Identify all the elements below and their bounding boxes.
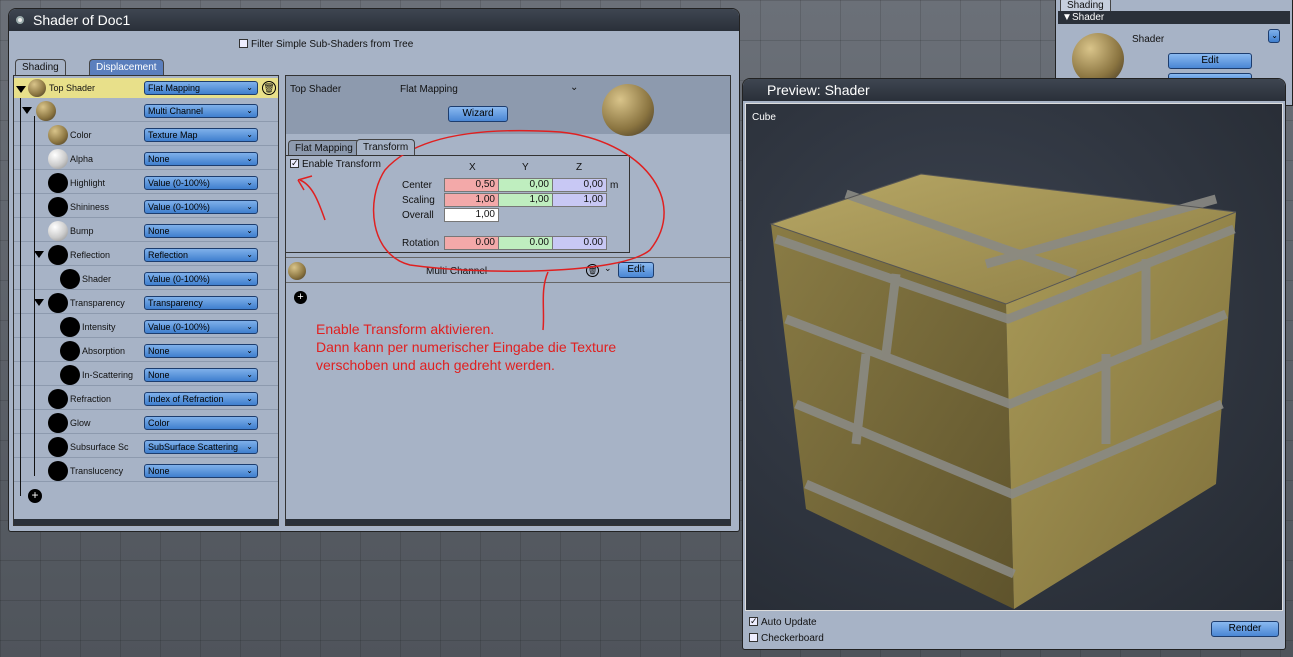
- auto-update-checkbox[interactable]: ✓: [749, 616, 758, 626]
- render-button[interactable]: Render: [1211, 621, 1279, 637]
- preview-titlebar[interactable]: Preview: Shader: [743, 79, 1285, 101]
- cube-render: [769, 173, 1237, 609]
- preview-viewport[interactable]: Cube: [745, 103, 1283, 611]
- preview-window: Preview: Shader Cube ✓ Auto Update Check…: [742, 78, 1286, 650]
- checkerboard-row[interactable]: Checkerboard: [749, 632, 824, 644]
- checkerboard-checkbox[interactable]: [749, 632, 758, 642]
- tab-transform[interactable]: Transform: [356, 139, 416, 155]
- preview-title: Preview: Shader: [767, 82, 870, 98]
- auto-update-row[interactable]: ✓ Auto Update: [749, 616, 817, 628]
